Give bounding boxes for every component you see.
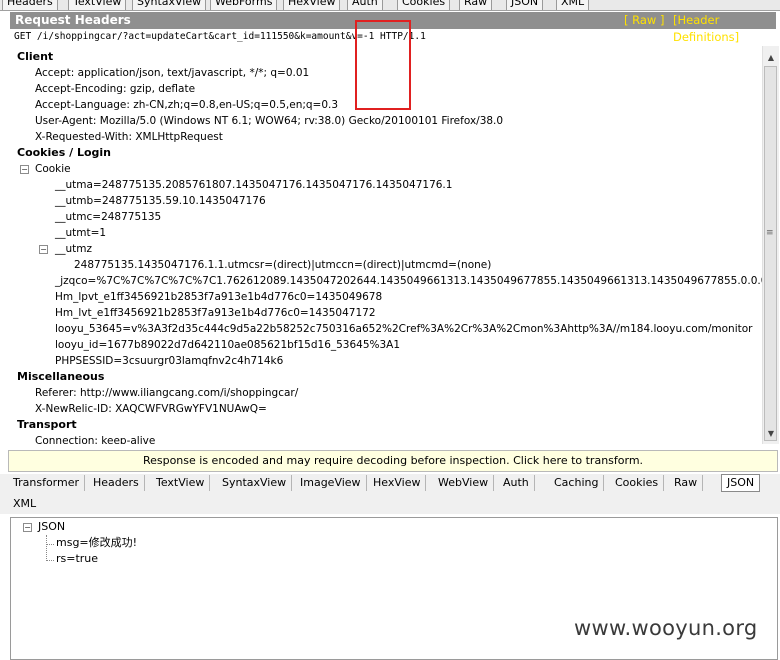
response-tab-transformer[interactable]: Transformer: [8, 475, 86, 491]
cookie-looyu-53645[interactable]: looyu_53645=v%3A3f2d35c444c9d5a22b58252c…: [55, 321, 752, 337]
response-tab-xml[interactable]: XML: [8, 496, 41, 512]
cookie-phpsessid[interactable]: PHPSESSID=3csuurgr03lamqfnv2c4h714k6: [55, 353, 283, 369]
response-tabs: Transformer Headers TextView SyntaxView …: [0, 474, 780, 514]
tab-auth[interactable]: Auth: [347, 0, 383, 10]
tab-headers[interactable]: Headers: [2, 0, 58, 10]
group-cookies-login: Cookies / Login: [17, 146, 111, 159]
cookie-utma[interactable]: __utma=248775135.2085761807.1435047176.1…: [55, 177, 452, 193]
scrollbar-grip-icon: ≡: [766, 228, 774, 238]
response-tab-raw[interactable]: Raw: [669, 475, 704, 491]
request-headers-title: Request Headers: [15, 13, 131, 27]
tab-raw[interactable]: Raw: [459, 0, 493, 10]
json-root-node[interactable]: JSON: [38, 519, 65, 535]
tab-syntaxview[interactable]: SyntaxView: [132, 0, 207, 10]
scrollbar-thumb[interactable]: [764, 66, 777, 441]
response-tab-json[interactable]: JSON: [721, 474, 761, 492]
group-miscellaneous: Miscellaneous: [17, 370, 105, 383]
group-transport: Transport: [17, 418, 77, 431]
raw-link[interactable]: [ Raw ]: [624, 12, 664, 29]
scroll-up-arrow-icon[interactable]: ▲: [766, 53, 776, 63]
response-tab-webview[interactable]: WebView: [433, 475, 495, 491]
cookie-hm-lvt[interactable]: Hm_lvt_e1ff3456921b2853f7a913e1b4d776c0=…: [55, 305, 376, 321]
cookie-utmc[interactable]: __utmc=248775135: [55, 209, 161, 225]
header-accept[interactable]: Accept: application/json, text/javascrip…: [35, 65, 309, 81]
tree-connector-branch: [46, 544, 54, 545]
cookie-utmz[interactable]: __utmz: [55, 241, 92, 257]
response-tab-imageview[interactable]: ImageView: [295, 475, 367, 491]
group-client: Client: [17, 50, 54, 63]
header-accept-encoding[interactable]: Accept-Encoding: gzip, deflate: [35, 81, 195, 97]
header-user-agent[interactable]: User-Agent: Mozilla/5.0 (Windows NT 6.1;…: [35, 113, 503, 129]
header-definitions-link[interactable]: [Header Definitions]: [673, 12, 776, 46]
cookie-utmt[interactable]: __utmt=1: [55, 225, 106, 241]
cookie-node[interactable]: Cookie: [35, 161, 71, 177]
header-connection[interactable]: Connection: keep-alive: [35, 433, 155, 444]
tab-json[interactable]: JSON: [506, 0, 544, 10]
header-referer[interactable]: Referer: http://www.iliangcang.com/i/sho…: [35, 385, 298, 401]
tab-hexview[interactable]: HexView: [283, 0, 341, 10]
headers-scrollbar[interactable]: ▲ ≡ ▼: [762, 46, 779, 444]
header-accept-language[interactable]: Accept-Language: zh-CN,zh;q=0.8,en-US;q=…: [35, 97, 338, 113]
top-tab-strip: Headers TextView SyntaxView WebForms Hex…: [0, 0, 780, 11]
decode-notice-bar[interactable]: Response is encoded and may require deco…: [8, 450, 778, 472]
collapse-cookie-icon[interactable]: −: [20, 165, 29, 174]
response-tab-auth[interactable]: Auth: [498, 475, 535, 491]
collapse-json-icon[interactable]: −: [23, 523, 32, 532]
json-item-msg[interactable]: msg=修改成功!: [56, 535, 137, 551]
header-x-requested-with[interactable]: X-Requested-With: XMLHttpRequest: [35, 129, 223, 145]
cookie-jzqco[interactable]: _jzqco=%7C%7C%7C%7C%7C1.762612089.143504…: [55, 273, 762, 289]
response-tab-cookies[interactable]: Cookies: [610, 475, 665, 491]
tab-webforms[interactable]: WebForms: [210, 0, 278, 10]
watermark: www.wooyun.org: [574, 616, 758, 640]
header-x-newrelic-id[interactable]: X-NewRelic-ID: XAQCWFVRGwYFV1NUAwQ=: [35, 401, 267, 417]
tab-textview[interactable]: TextView: [68, 0, 127, 10]
cookie-hm-lpvt[interactable]: Hm_lpvt_e1ff3456921b2853f7a913e1b4d776c0…: [55, 289, 382, 305]
json-item-rs[interactable]: rs=true: [56, 551, 98, 567]
response-tab-headers[interactable]: Headers: [88, 475, 145, 491]
highlight-box: [355, 20, 411, 110]
tree-connector-line: [46, 535, 47, 561]
collapse-utmz-icon[interactable]: −: [39, 245, 48, 254]
response-tab-syntaxview[interactable]: SyntaxView: [217, 475, 293, 491]
cookie-looyu-id[interactable]: looyu_id=1677b89022d7d642110ae085621bf15…: [55, 337, 400, 353]
response-tab-hexview[interactable]: HexView: [368, 475, 427, 491]
tab-cookies[interactable]: Cookies: [397, 0, 451, 10]
response-tab-textview[interactable]: TextView: [151, 475, 211, 491]
tab-xml[interactable]: XML: [556, 0, 590, 10]
tree-connector-branch: [46, 560, 54, 561]
cookie-utmz-value[interactable]: 248775135.1435047176.1.1.utmcsr=(direct)…: [74, 257, 491, 273]
response-tab-caching[interactable]: Caching: [549, 475, 605, 491]
cookie-utmb[interactable]: __utmb=248775135.59.10.1435047176: [55, 193, 266, 209]
scroll-down-arrow-icon[interactable]: ▼: [766, 429, 776, 439]
